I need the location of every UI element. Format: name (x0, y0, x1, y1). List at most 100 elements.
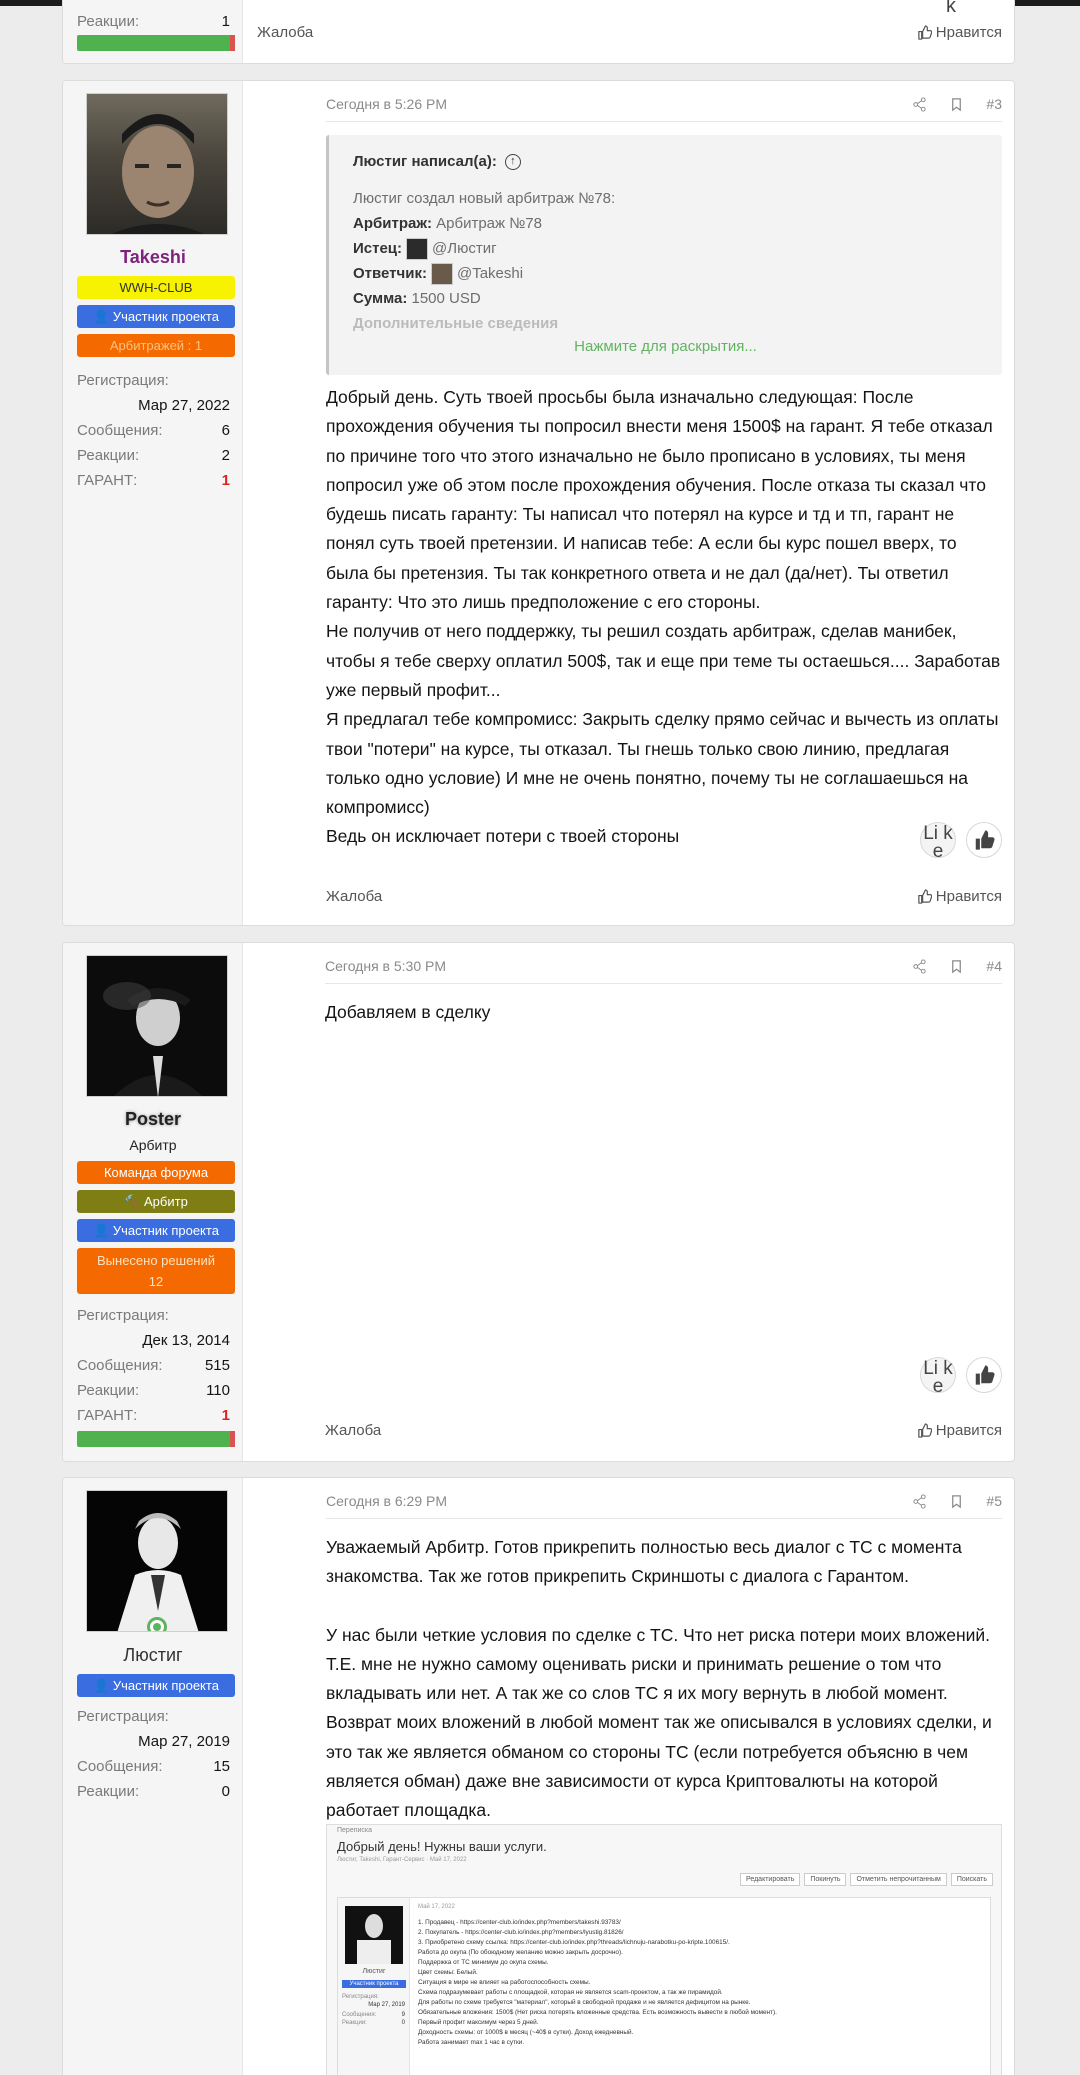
like-label: Нравится (935, 1422, 1002, 1439)
bookmark-icon[interactable] (949, 959, 964, 974)
banner-wwh-club: WWH-CLUB (77, 276, 235, 299)
shot-btn: Редактировать (739, 1873, 801, 1886)
reactions-label: Реакции: (77, 1783, 140, 1800)
reactions-label: Реакции: (77, 447, 140, 464)
banner-label: Вынесено решений (97, 1253, 215, 1268)
username[interactable]: Poster (63, 1109, 243, 1130)
post-sidebar: Люстиг 👤 Участник проекта Регистрация: М… (63, 1478, 243, 2075)
report-link[interactable]: Жалоба (326, 888, 382, 905)
messages-label: Сообщения: (77, 1758, 163, 1775)
avatar-face (87, 956, 227, 1096)
shot-line: 3. Приобретено схему ссылка: https://cen… (418, 1939, 730, 1946)
thumbs-up-icon[interactable] (966, 1357, 1002, 1393)
reputation-bar (77, 35, 235, 51)
reaction-buttons: Li k e (920, 1357, 1002, 1396)
banner-project-member: 👤 Участник проекта (77, 1219, 235, 1242)
reactions-label: Реакции: (77, 13, 140, 30)
share-icon[interactable] (912, 1493, 927, 1509)
thumbs-up-icon (918, 889, 932, 904)
shot-btn: Покинуть (804, 1873, 847, 1886)
messages-value: 6 (221, 422, 230, 439)
shot-reg-label: Регистрация: (342, 1994, 379, 2000)
shot-react-value: 0 (401, 2020, 405, 2026)
quote-plaintiff: Истец: @Люстиг (353, 236, 982, 261)
shot-line: Первый профит максимум через 5 дней. (418, 2019, 539, 2026)
garant-label: ГАРАНТ: (77, 1407, 138, 1424)
avatar[interactable] (86, 955, 228, 1097)
post-number[interactable]: #5 (986, 1493, 1002, 1509)
registration-value: Дек 13, 2014 (142, 1332, 230, 1349)
username[interactable]: Люстиг (63, 1645, 243, 1666)
banner-project-member: 👤 Участник проекта (77, 305, 235, 328)
attached-screenshot[interactable]: Переписка Добрый день! Нужны ваши услуги… (326, 1824, 1002, 2075)
post-date[interactable]: Сегодня в 5:26 PM (326, 96, 447, 112)
expand-quote-link[interactable]: Нажмите для раскрытия... (329, 336, 1002, 355)
shot-body: 1. Продавец - https://center-club.io/ind… (418, 1918, 984, 2048)
banner-forum-team: Команда форума (77, 1161, 235, 1184)
quote-header[interactable]: Люстиг написал(а): ↑ (353, 149, 982, 174)
shot-title: Добрый день! Нужны ваши услуги. (337, 1839, 547, 1854)
post-body: Добавляем в сделку (325, 1002, 491, 1022)
shot-line: Цвет схемы: Белый. (418, 1969, 478, 1976)
shot-line: Работа занимает max 1 час в сутки. (418, 2039, 525, 2046)
registration-label: Регистрация: (77, 372, 169, 389)
thumbs-up-icon[interactable] (966, 822, 1002, 858)
share-icon[interactable] (912, 958, 927, 974)
like-button[interactable]: Нравится (917, 24, 1002, 41)
shot-react-label: Реакции: (342, 2020, 367, 2026)
shot-btn: Отметить непрочитанным (850, 1873, 947, 1886)
bookmark-icon[interactable] (949, 1494, 964, 1509)
share-icon[interactable] (912, 96, 927, 112)
report-link[interactable]: Жалоба (325, 1422, 381, 1439)
registration-value: Мар 27, 2022 (138, 397, 230, 414)
messages-label: Сообщения: (77, 1357, 163, 1374)
messages-value: 15 (213, 1758, 230, 1775)
quote-sum: Сумма: 1500 USD (353, 290, 481, 307)
arrow-up-circle-icon[interactable]: ↑ (504, 153, 521, 170)
shot-toolbar: Редактировать Покинуть Отметить непрочит… (739, 1873, 993, 1886)
like-button[interactable]: Нравится (917, 1422, 1002, 1439)
reactions-value: 110 (206, 1382, 230, 1399)
like-reaction[interactable]: Li k e (920, 822, 956, 861)
shot-btn: Поискать (950, 1873, 993, 1886)
post-number[interactable]: #4 (986, 958, 1002, 974)
reputation-bar (77, 1431, 235, 1447)
divider (326, 121, 1002, 122)
quote-line: Люстиг создал новый арбитраж №78: (353, 190, 616, 207)
user-title: Арбитр (129, 1137, 177, 1153)
bookmark-icon[interactable] (949, 97, 964, 112)
post-date[interactable]: Сегодня в 5:30 PM (325, 958, 446, 974)
stray-react-char: k (946, 0, 956, 17)
divider (325, 983, 1002, 984)
shot-line: 1. Продавец - https://center-club.io/ind… (418, 1919, 621, 1926)
messages-label: Сообщения: (77, 422, 163, 439)
quote-more: Дополнительные сведения (353, 315, 559, 332)
avatar[interactable] (86, 1490, 228, 1632)
like-reaction-text: Li k e (923, 1358, 953, 1397)
shot-avatar (345, 1906, 403, 1964)
banner-count: 12 (148, 1274, 164, 1289)
avatar[interactable] (86, 93, 228, 235)
gavel-icon: 🔨 (124, 1194, 141, 1209)
thumbs-up-icon (918, 25, 932, 40)
divider (326, 1518, 1002, 1519)
reactions-value: 1 (221, 13, 230, 30)
garant-label: ГАРАНТ: (77, 472, 138, 489)
user-icon: 👤 (93, 1223, 110, 1238)
like-reaction[interactable]: Li k e (920, 1357, 956, 1396)
paragraph: Не получив от него поддержку, ты решил с… (326, 621, 1001, 700)
shot-sidebar: Люстиг Участник проекта Регистрация: Мар… (338, 1898, 410, 2075)
shot-badge: Участник проекта (342, 1980, 406, 1988)
shot-line: Схема подразумевает работы с площадкой, … (418, 1989, 723, 1996)
quote-author: Люстиг написал(а): (353, 153, 497, 170)
shot-msg-label: Сообщения: (342, 2012, 377, 2018)
post-date[interactable]: Сегодня в 6:29 PM (326, 1493, 447, 1509)
report-link[interactable]: Жалоба (257, 24, 313, 41)
shot-line: Работа до окупа (По обоюдному желанию мо… (418, 1949, 623, 1956)
username[interactable]: Takeshi (63, 247, 243, 268)
shot-date: Май 17, 2022 (418, 1904, 455, 1910)
post-number[interactable]: #3 (986, 96, 1002, 112)
like-button[interactable]: Нравится (917, 888, 1002, 905)
banner-decisions: Вынесено решений 12 (77, 1248, 235, 1294)
shot-line: 2. Покупатель - https://center-club.io/i… (418, 1929, 624, 1936)
